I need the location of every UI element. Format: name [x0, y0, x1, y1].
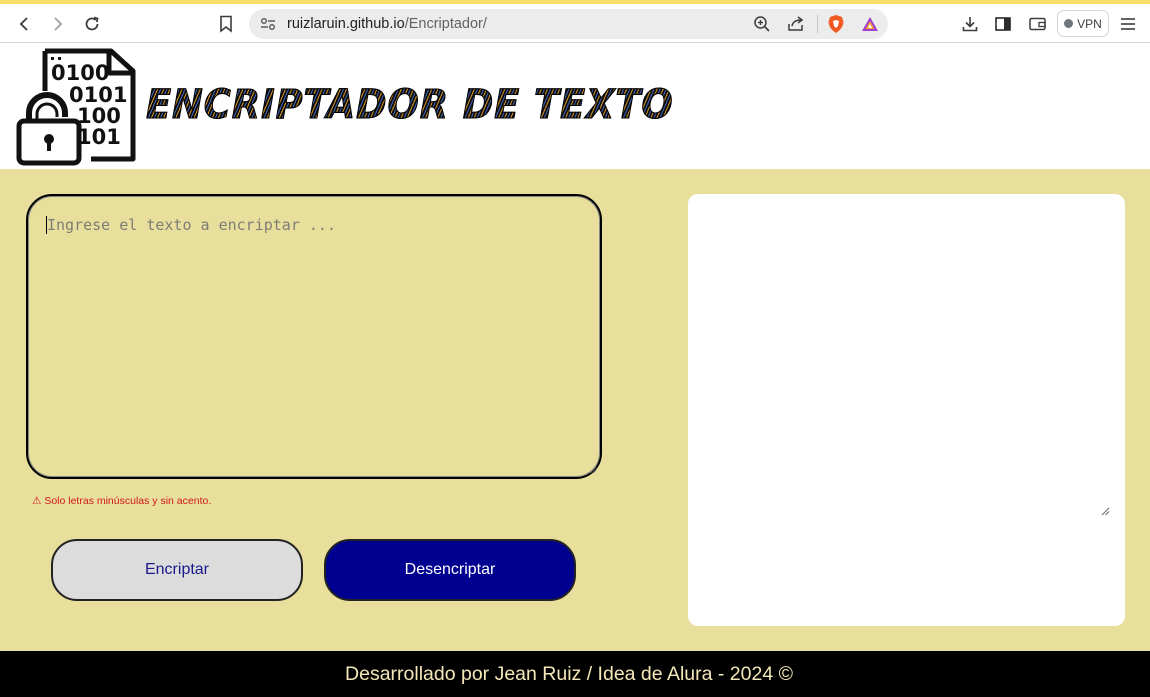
- output-resize-handle-icon[interactable]: [1101, 507, 1110, 516]
- encrypted-file-lock-icon: 0100 0101 100 101: [15, 47, 137, 172]
- site-settings-icon[interactable]: [257, 9, 279, 39]
- url-host: ruizlaruin.github.io: [287, 16, 405, 32]
- zoom-icon[interactable]: [751, 9, 773, 39]
- output-text-area[interactable]: [688, 194, 1125, 626]
- wallet-icon[interactable]: [1026, 4, 1048, 43]
- resize-handle-icon[interactable]: [589, 466, 597, 474]
- download-icon[interactable]: [959, 4, 981, 43]
- brave-shields-icon[interactable]: [825, 9, 847, 39]
- address-bar[interactable]: ruizlaruin.github.io/Encriptador/: [249, 9, 888, 39]
- urlbar-divider: [813, 9, 821, 39]
- text-input-area[interactable]: Ingrese el texto a encriptar ...: [26, 194, 602, 479]
- brave-rewards-icon[interactable]: [859, 9, 881, 39]
- logo-digits-4: 101: [77, 125, 121, 149]
- vpn-button[interactable]: VPN: [1057, 10, 1109, 37]
- site-header: 0100 0101 100 101 ENCRIPTADOR DE TEXTO: [0, 44, 1150, 169]
- share-icon[interactable]: [785, 9, 807, 39]
- decrypt-button[interactable]: Desencriptar: [324, 539, 576, 601]
- input-warning: ⚠ Solo letras minúsculas y sin acento.: [32, 495, 212, 507]
- menu-icon[interactable]: [1118, 4, 1138, 43]
- site-footer: Desarrollado por Jean Ruiz / Idea de Alu…: [0, 651, 1150, 697]
- decrypt-button-label: Desencriptar: [404, 561, 496, 578]
- encrypt-button-label: Encriptar: [144, 561, 210, 578]
- encrypt-button[interactable]: Encriptar: [51, 539, 303, 601]
- bookmark-icon[interactable]: [214, 4, 238, 43]
- sidebar-icon[interactable]: [992, 4, 1014, 43]
- input-placeholder: Ingrese el texto a encriptar ...: [47, 216, 336, 234]
- vpn-label: VPN: [1077, 16, 1102, 31]
- reload-icon[interactable]: [79, 4, 105, 43]
- logo-digits-1: 0100: [51, 61, 109, 85]
- back-icon[interactable]: [11, 4, 37, 43]
- main-section: Ingrese el texto a encriptar ... ⚠ Solo …: [0, 169, 1150, 651]
- vpn-status-icon: [1064, 19, 1074, 28]
- footer-credit: Desarrollado por Jean Ruiz / Idea de Alu…: [345, 662, 793, 685]
- forward-icon[interactable]: [45, 4, 71, 43]
- browser-toolbar: ruizlaruin.github.io/Encriptador/ VPN: [0, 4, 1150, 43]
- page-title: ENCRIPTADOR DE TEXTO: [146, 82, 674, 132]
- url-text: ruizlaruin.github.io/Encriptador/: [287, 9, 487, 39]
- url-path: /Encriptador/: [404, 16, 487, 32]
